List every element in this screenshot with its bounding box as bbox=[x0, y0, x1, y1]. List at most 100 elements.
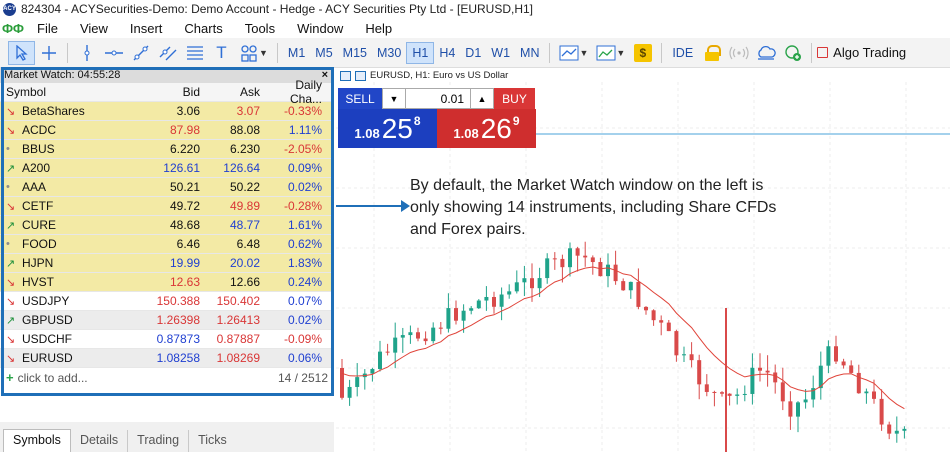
symbol-name: EURUSD bbox=[22, 351, 73, 365]
dollar-badge: $ bbox=[633, 43, 652, 62]
symbol-cell: • AAA bbox=[0, 180, 140, 194]
timeframe-m1[interactable]: M1 bbox=[283, 43, 310, 63]
algo-trading-button[interactable]: Algo Trading bbox=[817, 45, 906, 60]
table-header: Symbol Bid Ask Daily Cha... bbox=[0, 78, 334, 106]
candle-body bbox=[666, 322, 671, 332]
tab-details[interactable]: Details bbox=[71, 430, 129, 452]
ask-cell: 48.77 bbox=[229, 218, 260, 232]
candle-body bbox=[590, 257, 595, 263]
buy-price[interactable]: 1.08 26 9 bbox=[437, 109, 536, 148]
daily-change-cell: 0.07% bbox=[287, 294, 322, 308]
menu-logo-icon[interactable]: ФФ bbox=[0, 21, 26, 36]
symbol-cell: • FOOD bbox=[0, 237, 140, 251]
table-row[interactable]: ↗ HJPN 19.99 20.02 1.83% bbox=[0, 254, 334, 273]
candle-body bbox=[689, 354, 694, 361]
channel-icon[interactable] bbox=[154, 41, 181, 65]
timeframe-m15[interactable]: M15 bbox=[338, 43, 372, 63]
trend-line-icon[interactable] bbox=[127, 41, 154, 65]
timeframe-mn[interactable]: MN bbox=[515, 43, 544, 63]
symbol-name: CETF bbox=[22, 199, 54, 213]
table-row[interactable]: • FOOD 6.46 6.48 0.62% bbox=[0, 235, 334, 254]
bid-cell: 87.98 bbox=[169, 123, 200, 137]
symbol-cell: ↗ A200 bbox=[0, 161, 140, 175]
chart-window[interactable]: EURUSD, H1: Euro vs US Dollar SELL ▼ 0.0… bbox=[336, 68, 950, 452]
fibonacci-icon[interactable] bbox=[181, 41, 208, 65]
shapes-icon[interactable] bbox=[235, 41, 262, 65]
plus-icon: + bbox=[6, 370, 14, 385]
menu-file[interactable]: File bbox=[26, 21, 69, 36]
timeframe-d1[interactable]: D1 bbox=[460, 43, 486, 63]
menu-tools[interactable]: Tools bbox=[234, 21, 286, 36]
arrow-down-icon: ↘ bbox=[6, 352, 16, 365]
crosshair-icon[interactable] bbox=[35, 41, 62, 65]
menu-help[interactable]: Help bbox=[354, 21, 403, 36]
timeframe-m5[interactable]: M5 bbox=[310, 43, 337, 63]
candlestick-series bbox=[340, 241, 907, 452]
timeframe-w1[interactable]: W1 bbox=[486, 43, 515, 63]
lot-increase-button[interactable]: ▲ bbox=[470, 88, 494, 109]
menu-window[interactable]: Window bbox=[286, 21, 354, 36]
table-row[interactable]: ↘ USDJPY 150.388 150.402 0.07% bbox=[0, 292, 334, 311]
column-header-bid[interactable]: Bid bbox=[140, 85, 200, 99]
candle-body bbox=[887, 424, 892, 434]
menu-insert[interactable]: Insert bbox=[119, 21, 174, 36]
column-header-daily-change[interactable]: Daily Cha... bbox=[260, 78, 328, 106]
sell-price[interactable]: 1.08 25 8 bbox=[338, 109, 437, 148]
table-row[interactable]: ↘ BetaShares 3.06 3.07 -0.33% bbox=[0, 102, 334, 121]
market-add-icon[interactable] bbox=[779, 41, 806, 65]
menu-charts[interactable]: Charts bbox=[173, 21, 233, 36]
dollar-icon[interactable]: $ bbox=[629, 41, 656, 65]
chevron-down-icon[interactable]: ▼ bbox=[579, 48, 588, 58]
arrow-up-icon: ↗ bbox=[6, 219, 16, 232]
text-tool-icon[interactable]: T bbox=[208, 41, 235, 65]
table-row[interactable]: • BBUS 6.220 6.230 -2.05% bbox=[0, 140, 334, 159]
column-header-symbol[interactable]: Symbol bbox=[0, 85, 140, 99]
chevron-down-icon[interactable]: ▼ bbox=[616, 48, 625, 58]
table-row[interactable]: ↘ EURUSD 1.08258 1.08269 0.06% bbox=[0, 349, 334, 368]
table-row[interactable]: ↘ HVST 12.63 12.66 0.24% bbox=[0, 273, 334, 292]
timeframe-m30[interactable]: M30 bbox=[372, 43, 406, 63]
lock-icon[interactable] bbox=[698, 41, 725, 65]
table-row[interactable]: ↘ CETF 49.72 49.89 -0.28% bbox=[0, 197, 334, 216]
column-header-ask[interactable]: Ask bbox=[200, 85, 260, 99]
candle-body bbox=[438, 327, 443, 329]
timeframe-h4[interactable]: H4 bbox=[434, 43, 460, 63]
buy-button[interactable]: BUY bbox=[494, 88, 535, 109]
table-row[interactable]: • AAA 50.21 50.22 0.02% bbox=[0, 178, 334, 197]
timeframe-h1[interactable]: H1 bbox=[406, 41, 435, 64]
algo-trading-label: Algo Trading bbox=[833, 45, 907, 60]
candle-body bbox=[537, 278, 542, 289]
indicators-icon[interactable] bbox=[555, 41, 582, 65]
chevron-down-icon[interactable]: ▼ bbox=[259, 48, 268, 58]
table-row[interactable]: ↗ CURE 48.68 48.77 1.61% bbox=[0, 216, 334, 235]
daily-change-cell: 1.61% bbox=[287, 218, 322, 232]
candle-body bbox=[636, 281, 641, 307]
bid-cell: 150.388 bbox=[156, 294, 200, 308]
menu-view[interactable]: View bbox=[69, 21, 119, 36]
tab-symbols[interactable]: Symbols bbox=[3, 429, 71, 452]
cloud-icon[interactable] bbox=[752, 41, 779, 65]
add-symbol-row[interactable]: + click to add... 14 / 2512 bbox=[0, 368, 334, 387]
toolbar-divider bbox=[276, 42, 278, 63]
sell-button[interactable]: SELL bbox=[338, 88, 382, 109]
symbol-cell: ↗ HJPN bbox=[0, 256, 140, 270]
ide-button[interactable]: IDE bbox=[667, 43, 698, 63]
candle-body bbox=[423, 338, 428, 342]
lot-decrease-button[interactable]: ▼ bbox=[382, 88, 406, 109]
tab-ticks[interactable]: Ticks bbox=[189, 430, 236, 452]
table-row[interactable]: ↘ ACDC 87.98 88.08 1.11% bbox=[0, 121, 334, 140]
one-click-trading-panel: SELL ▼ 0.01 ▲ BUY 1.08 25 8 1.08 26 9 bbox=[338, 88, 536, 148]
candle-body bbox=[803, 399, 808, 403]
candle-body bbox=[378, 351, 382, 370]
tab-trading[interactable]: Trading bbox=[128, 430, 190, 452]
lot-size-input[interactable]: 0.01 bbox=[406, 88, 470, 109]
signal-icon[interactable] bbox=[725, 41, 752, 65]
horizontal-line-icon[interactable] bbox=[100, 41, 127, 65]
candle-body bbox=[568, 248, 572, 268]
table-row[interactable]: ↗ GBPUSD 1.26398 1.26413 0.02% bbox=[0, 311, 334, 330]
templates-icon[interactable] bbox=[592, 41, 619, 65]
vertical-line-icon[interactable] bbox=[73, 41, 100, 65]
table-row[interactable]: ↗ A200 126.61 126.64 0.09% bbox=[0, 159, 334, 178]
table-row[interactable]: ↘ USDCHF 0.87873 0.87887 -0.09% bbox=[0, 330, 334, 349]
cursor-icon[interactable] bbox=[8, 40, 35, 65]
